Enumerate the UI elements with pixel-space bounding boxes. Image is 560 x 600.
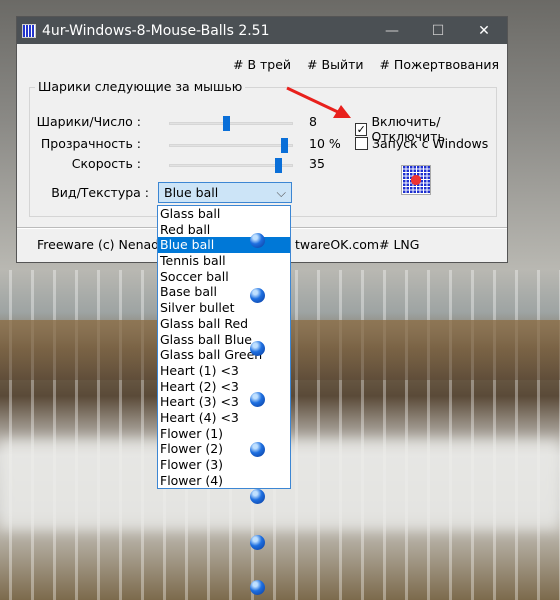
minimize-button[interactable]: — <box>369 23 415 39</box>
mouse-ball <box>250 489 265 504</box>
dropdown-option[interactable]: Heart (3) <3 <box>158 394 290 410</box>
window-title: 4ur-Windows-8-Mouse-Balls 2.51 <box>42 22 270 39</box>
dropdown-option[interactable]: Glass ball Blue <box>158 332 290 348</box>
dropdown-option[interactable]: Tennis ball <box>158 253 290 269</box>
title-bar[interactable]: 4ur-Windows-8-Mouse-Balls 2.51 — ☐ ✕ <box>17 17 507 44</box>
texture-selected: Blue ball <box>164 185 219 200</box>
autostart-checkbox[interactable]: Запуск с Windows <box>355 136 488 151</box>
mouse-ball <box>250 442 265 457</box>
dropdown-option[interactable]: Flower (4) <box>158 473 290 489</box>
dropdown-option[interactable]: Heart (1) <3 <box>158 363 290 379</box>
donate-link[interactable]: # Пожертвования <box>379 57 499 72</box>
transparency-slider[interactable] <box>169 138 293 153</box>
dropdown-option[interactable]: Heart (4) <3 <box>158 410 290 426</box>
texture-dropdown-list: Glass ball Red ball Blue ball Tennis ball So… <box>157 205 291 490</box>
dropdown-option[interactable]: Flower (1) <box>158 426 290 442</box>
language-link[interactable]: # LNG <box>379 237 419 252</box>
chevron-down-icon: ⌵ <box>276 185 286 200</box>
texture-select[interactable]: Blue ball ⌵ <box>158 182 292 203</box>
top-menu: # В трей # Выйти # Пожертвования <box>233 57 499 72</box>
texture-label: Вид/Текстура : <box>51 185 149 200</box>
tray-link[interactable]: # В трей <box>233 57 291 72</box>
transparency-value: 10 % <box>309 136 341 151</box>
autostart-label: Запуск с Windows <box>372 136 489 151</box>
balls-count-label: Шарики/Число : <box>36 114 141 129</box>
dropdown-option[interactable]: Flower (2) <box>158 441 290 457</box>
exit-link[interactable]: # Выйти <box>307 57 363 72</box>
maximize-button[interactable]: ☐ <box>415 23 461 39</box>
mouse-ball <box>250 233 265 248</box>
dropdown-option[interactable]: Glass ball <box>158 206 290 222</box>
mouse-ball <box>250 535 265 550</box>
mouse-ball <box>250 288 265 303</box>
slider-thumb[interactable] <box>275 158 283 173</box>
speed-value: 35 <box>309 156 325 171</box>
dropdown-option[interactable]: Silver bullet <box>158 300 290 316</box>
slider-thumb[interactable] <box>281 138 289 153</box>
dropdown-option[interactable]: Flower (3) <box>158 457 290 473</box>
speed-slider[interactable] <box>169 158 293 173</box>
dropdown-option[interactable]: Blue ball <box>158 237 290 254</box>
freeware-text: Freeware (c) Nenad H <box>37 237 173 252</box>
group-title: Шарики следующие за мышью <box>35 79 246 94</box>
mouse-ball <box>250 580 265 595</box>
transparency-label: Прозрачность : <box>40 136 141 151</box>
dropdown-option[interactable]: Heart (2) <3 <box>158 379 290 395</box>
app-icon <box>22 23 36 38</box>
dropdown-option[interactable]: Glass ball Green <box>158 347 290 363</box>
dropdown-option[interactable]: Base ball <box>158 284 290 300</box>
balls-count-slider[interactable] <box>169 116 293 131</box>
mouse-ball <box>250 392 265 407</box>
red-arrow-annotation <box>286 86 351 118</box>
website-link[interactable]: twareOK.com <box>295 237 379 252</box>
dropdown-option[interactable]: Soccer ball <box>158 269 290 285</box>
dropdown-option[interactable]: Glass ball Red <box>158 316 290 332</box>
speed-label: Скорость : <box>71 156 141 171</box>
close-button[interactable]: ✕ <box>461 23 507 39</box>
dropdown-option[interactable]: Red ball <box>158 222 290 238</box>
checkbox-empty-icon <box>355 137 368 150</box>
checkbox-checked-icon: ✓ <box>355 122 368 136</box>
app-logo-icon <box>401 165 431 195</box>
mouse-ball <box>250 341 265 356</box>
slider-thumb[interactable] <box>222 116 230 131</box>
